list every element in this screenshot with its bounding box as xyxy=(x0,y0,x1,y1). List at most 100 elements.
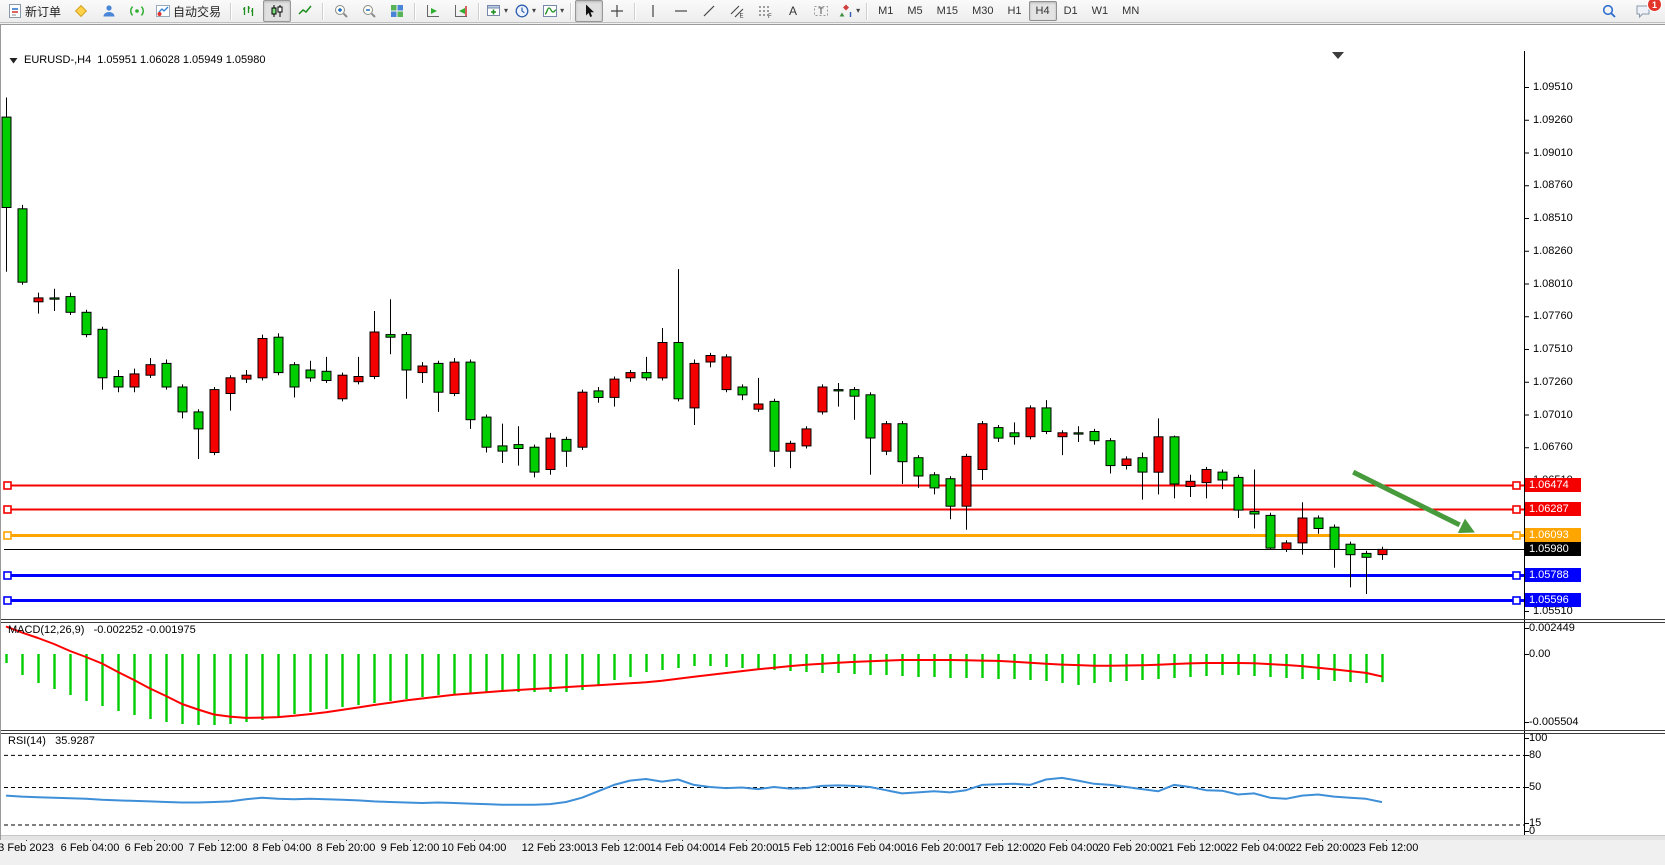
macd-values-label: -0.002252 -0.001975 xyxy=(94,624,196,636)
signals-button[interactable] xyxy=(123,0,151,22)
y-axis-label: 1.08260 xyxy=(1533,245,1573,257)
candle-body xyxy=(514,445,523,449)
y-axis-label: 1.09260 xyxy=(1533,114,1573,126)
text-label-tool-button[interactable]: T xyxy=(807,0,835,22)
x-axis-label: 15 Feb 12:00 xyxy=(778,842,843,854)
cursor-tool-button[interactable] xyxy=(575,0,603,22)
new-chart-button[interactable]: ▾ xyxy=(483,0,511,22)
search-button[interactable] xyxy=(1595,0,1623,22)
timeframe-button-d1[interactable]: D1 xyxy=(1057,1,1085,21)
candle-body xyxy=(690,363,699,408)
timeframe-button-mn[interactable]: MN xyxy=(1115,1,1146,21)
horizontal-line-tool-button[interactable] xyxy=(667,0,695,22)
zoom-out-button[interactable] xyxy=(355,0,383,22)
candle-body xyxy=(626,373,635,378)
bar-chart-mode-button[interactable] xyxy=(235,0,263,22)
auto-trading-button[interactable]: 自动交易 xyxy=(151,0,227,22)
candle-body xyxy=(1298,518,1307,543)
timeframe-button-m1[interactable]: M1 xyxy=(871,1,900,21)
arrows-tool-button[interactable]: ▾ xyxy=(835,0,863,22)
trend-arrow-head[interactable] xyxy=(1458,519,1475,533)
line-handle[interactable] xyxy=(4,597,11,604)
new-order-button[interactable]: 新订单 xyxy=(3,0,67,22)
chart-shift-marker[interactable] xyxy=(1332,52,1344,59)
new-order-icon xyxy=(7,3,23,19)
candle-body xyxy=(978,424,987,470)
timeframe-button-h1[interactable]: H1 xyxy=(1000,1,1028,21)
x-axis-label: 23 Feb 12:00 xyxy=(1354,842,1419,854)
line-handle[interactable] xyxy=(1513,482,1520,489)
line-handle[interactable] xyxy=(4,482,11,489)
vertical-line-icon xyxy=(645,3,661,19)
trendline-tool-button[interactable] xyxy=(695,0,723,22)
horizontal-line-objects[interactable] xyxy=(4,486,1524,601)
community-button[interactable] xyxy=(95,0,123,22)
trend-arrow[interactable] xyxy=(1353,472,1475,533)
line-handle[interactable] xyxy=(1513,506,1520,513)
indicators-button[interactable]: ▾ xyxy=(539,0,567,22)
timeframe-button-m30[interactable]: M30 xyxy=(965,1,1000,21)
line-handle[interactable] xyxy=(4,572,11,579)
trend-arrow-shaft[interactable] xyxy=(1353,472,1459,525)
x-axis-label: 16 Feb 04:00 xyxy=(842,842,907,854)
candle-body xyxy=(1138,458,1147,472)
timeframe-button-m5[interactable]: M5 xyxy=(900,1,929,21)
candle-body xyxy=(594,391,603,398)
text-tool-button[interactable]: A xyxy=(779,0,807,22)
macd-label-row: MACD(12,26,9) -0.002252 -0.001975 xyxy=(8,624,196,636)
chevron-down-icon: ▾ xyxy=(532,7,536,15)
tile-windows-button[interactable] xyxy=(383,0,411,22)
zoom-in-button[interactable] xyxy=(327,0,355,22)
svg-text:A: A xyxy=(789,4,797,18)
candle-body xyxy=(786,443,795,451)
timeframe-button-w1[interactable]: W1 xyxy=(1085,1,1116,21)
candle-body xyxy=(642,373,651,378)
chart-shift-button[interactable] xyxy=(447,0,475,22)
notifications-button[interactable]: 1 xyxy=(1629,0,1657,22)
periods-button[interactable]: ▾ xyxy=(511,0,539,22)
candlestick-mode-button[interactable] xyxy=(263,0,291,22)
trendline-icon xyxy=(701,3,717,19)
line-handle[interactable] xyxy=(1513,572,1520,579)
candle-body xyxy=(818,387,827,412)
crosshair-tool-button[interactable] xyxy=(603,0,631,22)
candle-body xyxy=(914,458,923,476)
candle-body xyxy=(450,362,459,393)
fibonacci-tool-button[interactable]: F xyxy=(751,0,779,22)
metaquotes-logo-icon xyxy=(73,3,89,19)
line-handle[interactable] xyxy=(1513,597,1520,604)
vertical-line-tool-button[interactable] xyxy=(639,0,667,22)
line-handle[interactable] xyxy=(1513,532,1520,539)
line-handle[interactable] xyxy=(4,506,11,513)
candle-body xyxy=(82,312,91,334)
candle-body xyxy=(194,412,203,429)
symbol-dropdown-icon[interactable] xyxy=(9,57,18,64)
channel-tool-button[interactable]: E xyxy=(723,0,751,22)
x-axis-label: 10 Feb 04:00 xyxy=(442,842,507,854)
candle-body xyxy=(882,424,891,452)
shapes-icon xyxy=(838,3,854,19)
candle-body xyxy=(1202,470,1211,483)
line-chart-mode-button[interactable] xyxy=(291,0,319,22)
x-axis-label: 21 Feb 12:00 xyxy=(1162,842,1227,854)
macd-axis-label: 0.00 xyxy=(1529,648,1550,660)
timeframe-button-m15[interactable]: M15 xyxy=(930,1,965,21)
notification-badge: 1 xyxy=(1647,0,1662,12)
chevron-down-icon: ▾ xyxy=(504,7,508,15)
x-axis-label: 8 Feb 20:00 xyxy=(317,842,376,854)
mql-community-button[interactable] xyxy=(67,0,95,22)
x-axis-label: 17 Feb 12:00 xyxy=(970,842,1035,854)
chart-shift-icon xyxy=(453,3,469,19)
candle-body xyxy=(306,370,315,378)
svg-text:E: E xyxy=(740,14,744,20)
rsi-axis-label: 50 xyxy=(1529,781,1541,793)
candle-body xyxy=(18,209,27,282)
auto-scroll-button[interactable] xyxy=(419,0,447,22)
auto-trading-icon xyxy=(155,3,171,19)
candle-body xyxy=(178,387,187,412)
timeframe-button-h4[interactable]: H4 xyxy=(1029,1,1057,21)
toolbar-separator xyxy=(570,3,572,20)
x-axis-label: 6 Feb 20:00 xyxy=(125,842,184,854)
line-handle[interactable] xyxy=(4,532,11,539)
toolbar-separator xyxy=(634,3,636,20)
